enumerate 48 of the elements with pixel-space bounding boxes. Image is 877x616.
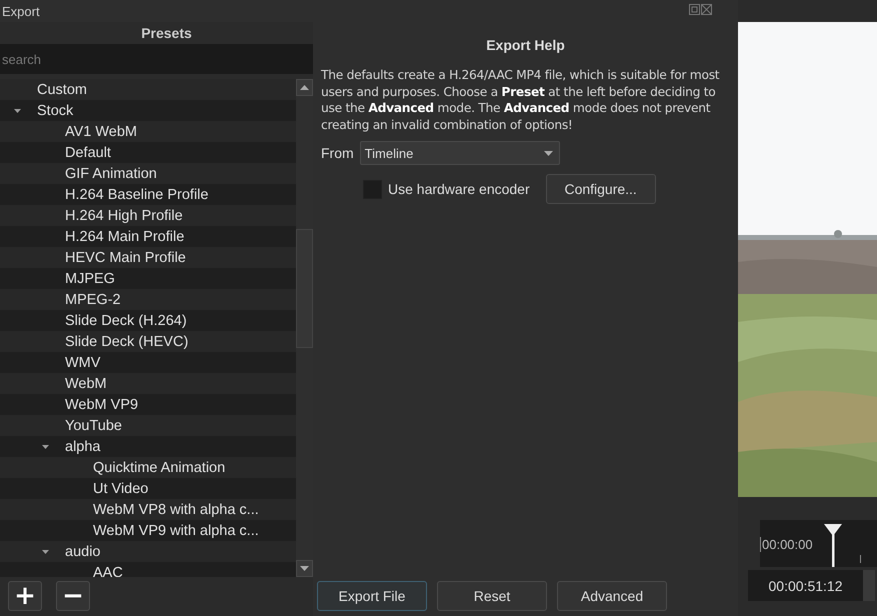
preset-item[interactable]: Stock bbox=[35, 102, 76, 118]
add-button[interactable]: + bbox=[8, 581, 42, 611]
preset-item[interactable]: WebM bbox=[63, 376, 109, 392]
expanded-arrow-icon[interactable] bbox=[41, 548, 50, 554]
preset-item[interactable]: HEVC Main Profile bbox=[63, 250, 188, 266]
caret-icon[interactable] bbox=[544, 150, 553, 156]
timeline-ruler[interactable]: 00:00:00 bbox=[760, 520, 877, 567]
preset-item[interactable]: H.264 High Profile bbox=[63, 208, 185, 224]
ruler-time: 00:00:00 bbox=[760, 537, 813, 552]
from-dropdown[interactable]: Timeline bbox=[360, 141, 560, 165]
preset-item[interactable]: Default bbox=[63, 144, 113, 160]
scroll-down-icon[interactable] bbox=[296, 560, 313, 577]
scroll-up-icon[interactable] bbox=[296, 79, 313, 96]
preset-item[interactable]: Custom bbox=[35, 82, 89, 98]
preset-item[interactable]: Quicktime Animation bbox=[91, 460, 228, 476]
window-title: Export bbox=[2, 4, 40, 18]
search-field[interactable]: search bbox=[0, 44, 313, 74]
preset-item[interactable]: alpha bbox=[63, 438, 102, 454]
checkbox-label: Use hardware encoder bbox=[388, 181, 530, 197]
preset-item[interactable]: AV1 WebM bbox=[63, 124, 139, 140]
help-title: Export Help bbox=[486, 37, 565, 53]
preset-item[interactable]: MPEG-2 bbox=[63, 292, 123, 308]
position-field[interactable]: 00:00:51:12 bbox=[748, 570, 863, 601]
preset-item[interactable]: YouTube bbox=[63, 418, 124, 434]
help-text: The defaults create a H.264/AAC MP4 file, which is suitable for most users and purposes. Choose a Preset at the left before deciding to use the Advanced mode. The Advanced mode does not prevent creating an invalid combination of options! bbox=[321, 67, 720, 133]
preset-item[interactable]: GIF Animation bbox=[63, 166, 159, 182]
expanded-arrow-icon[interactable] bbox=[41, 444, 50, 450]
float-icon[interactable] bbox=[689, 4, 700, 15]
preset-item[interactable]: AAC bbox=[91, 564, 125, 577]
scroll-thumb[interactable] bbox=[296, 228, 313, 348]
close-icon[interactable] bbox=[701, 4, 712, 15]
dialog-button[interactable]: Reset bbox=[437, 581, 547, 611]
preset-item[interactable]: MJPEG bbox=[63, 270, 117, 286]
dialog-button[interactable]: Advanced bbox=[557, 581, 667, 611]
preset-item[interactable]: WebM VP8 with alpha c... bbox=[91, 502, 261, 518]
expanded-arrow-icon[interactable] bbox=[13, 108, 22, 114]
playhead-icon[interactable] bbox=[822, 522, 844, 567]
preset-item[interactable]: Ut Video bbox=[91, 480, 150, 496]
preset-item[interactable]: WMV bbox=[63, 354, 102, 370]
preset-item[interactable]: Slide Deck (HEVC) bbox=[63, 334, 190, 350]
preset-item[interactable]: WebM VP9 bbox=[63, 396, 140, 412]
scrollbar[interactable] bbox=[296, 79, 313, 577]
preset-item[interactable]: audio bbox=[63, 544, 102, 560]
dialog-button[interactable]: Export File bbox=[317, 581, 427, 611]
remove-button[interactable]: − bbox=[56, 581, 90, 611]
from-label: From bbox=[321, 145, 354, 161]
panel-title: Presets bbox=[141, 25, 192, 41]
configure-button[interactable]: Configure... bbox=[546, 174, 656, 204]
